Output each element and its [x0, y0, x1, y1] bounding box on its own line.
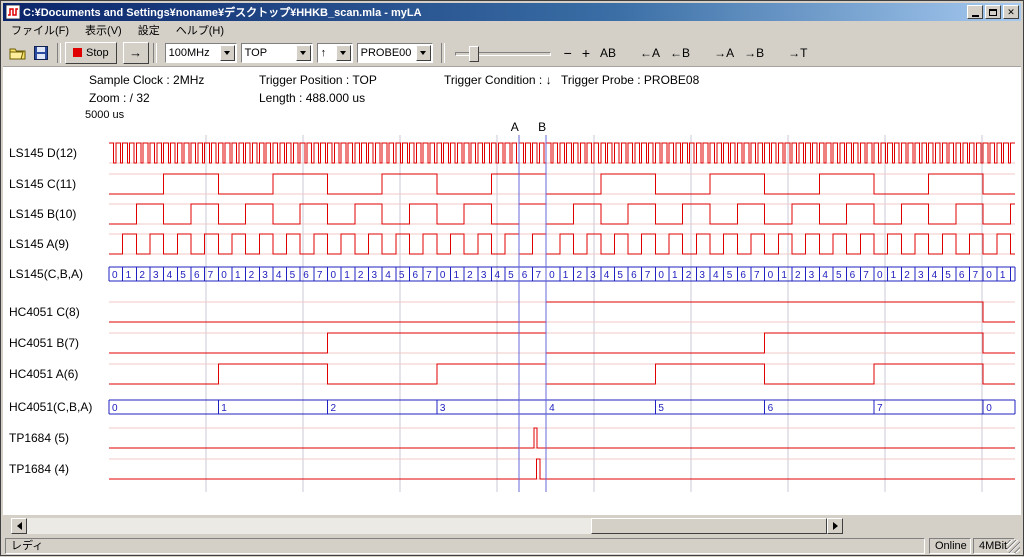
svg-text:4: 4 [494, 270, 500, 281]
svg-text:7: 7 [317, 270, 323, 281]
svg-text:2: 2 [331, 403, 337, 414]
svg-text:5: 5 [617, 270, 623, 281]
svg-text:6: 6 [740, 270, 746, 281]
svg-text:0: 0 [221, 270, 227, 281]
svg-text:2: 2 [686, 270, 692, 281]
svg-text:5: 5 [290, 270, 296, 281]
svg-text:2: 2 [249, 270, 255, 281]
svg-text:0: 0 [112, 270, 118, 281]
scroll-left-icon [17, 522, 22, 530]
svg-text:1: 1 [781, 270, 787, 281]
svg-text:0: 0 [331, 270, 337, 281]
svg-text:3: 3 [809, 270, 815, 281]
svg-text:7: 7 [535, 270, 541, 281]
svg-text:7: 7 [645, 270, 651, 281]
horizontal-scrollbar[interactable] [11, 518, 843, 534]
svg-text:2: 2 [904, 270, 910, 281]
app-window: C:¥Documents and Settings¥noname¥デスクトップ¥… [0, 0, 1024, 556]
svg-text:5: 5 [945, 270, 951, 281]
svg-text:0: 0 [549, 270, 555, 281]
svg-text:4: 4 [276, 270, 282, 281]
svg-text:4: 4 [932, 270, 938, 281]
svg-text:0: 0 [658, 270, 664, 281]
scrollbar-thumb[interactable] [591, 518, 827, 534]
status-bar: レディ Online 4MBit [3, 537, 1021, 555]
svg-text:0: 0 [768, 270, 774, 281]
svg-text:2: 2 [139, 270, 145, 281]
resize-grip[interactable] [1007, 540, 1020, 553]
svg-text:4: 4 [822, 270, 828, 281]
svg-text:5: 5 [399, 270, 405, 281]
svg-text:1: 1 [1000, 270, 1006, 281]
svg-text:6: 6 [768, 403, 774, 414]
scroll-right-icon [833, 522, 838, 530]
svg-text:5: 5 [658, 403, 664, 414]
svg-text:6: 6 [959, 270, 965, 281]
svg-text:3: 3 [153, 270, 159, 281]
svg-text:6: 6 [522, 270, 528, 281]
svg-text:0: 0 [440, 270, 446, 281]
svg-text:1: 1 [454, 270, 460, 281]
svg-text:1: 1 [672, 270, 678, 281]
svg-text:3: 3 [481, 270, 487, 281]
svg-text:5: 5 [727, 270, 733, 281]
svg-text:6: 6 [631, 270, 637, 281]
svg-text:3: 3 [918, 270, 924, 281]
svg-text:6: 6 [850, 270, 856, 281]
svg-text:7: 7 [863, 270, 869, 281]
svg-text:0: 0 [986, 270, 992, 281]
svg-text:7: 7 [754, 270, 760, 281]
svg-text:3: 3 [440, 403, 446, 414]
svg-text:4: 4 [713, 270, 719, 281]
svg-text:1: 1 [235, 270, 241, 281]
svg-text:A: A [511, 120, 519, 134]
scroll-right-button[interactable] [827, 518, 843, 534]
bottom-strip [3, 515, 1021, 537]
svg-text:5: 5 [508, 270, 514, 281]
svg-text:5: 5 [180, 270, 186, 281]
svg-text:4: 4 [549, 403, 555, 414]
svg-text:7: 7 [973, 270, 979, 281]
svg-text:3: 3 [590, 270, 596, 281]
svg-text:6: 6 [303, 270, 309, 281]
svg-text:2: 2 [358, 270, 364, 281]
waveform-svg: 0123456701234567012345670123456701234567… [1, 1, 1024, 557]
svg-text:4: 4 [604, 270, 610, 281]
svg-text:1: 1 [126, 270, 132, 281]
svg-text:0: 0 [986, 403, 992, 414]
svg-text:6: 6 [413, 270, 419, 281]
svg-text:4: 4 [385, 270, 391, 281]
status-ready: レディ [5, 538, 925, 554]
svg-text:6: 6 [194, 270, 200, 281]
svg-text:7: 7 [208, 270, 214, 281]
svg-text:3: 3 [262, 270, 268, 281]
svg-text:B: B [538, 120, 546, 134]
svg-text:1: 1 [221, 403, 227, 414]
svg-text:1: 1 [344, 270, 350, 281]
svg-text:5: 5 [836, 270, 842, 281]
svg-text:4: 4 [167, 270, 173, 281]
svg-text:2: 2 [467, 270, 473, 281]
svg-text:2: 2 [795, 270, 801, 281]
svg-text:2: 2 [576, 270, 582, 281]
svg-text:7: 7 [877, 403, 883, 414]
svg-text:1: 1 [891, 270, 897, 281]
scroll-left-button[interactable] [11, 518, 27, 534]
svg-text:0: 0 [877, 270, 883, 281]
svg-text:1: 1 [563, 270, 569, 281]
svg-text:0: 0 [112, 403, 118, 414]
svg-text:7: 7 [426, 270, 432, 281]
status-online: Online [929, 538, 971, 554]
svg-text:3: 3 [699, 270, 705, 281]
svg-text:3: 3 [372, 270, 378, 281]
